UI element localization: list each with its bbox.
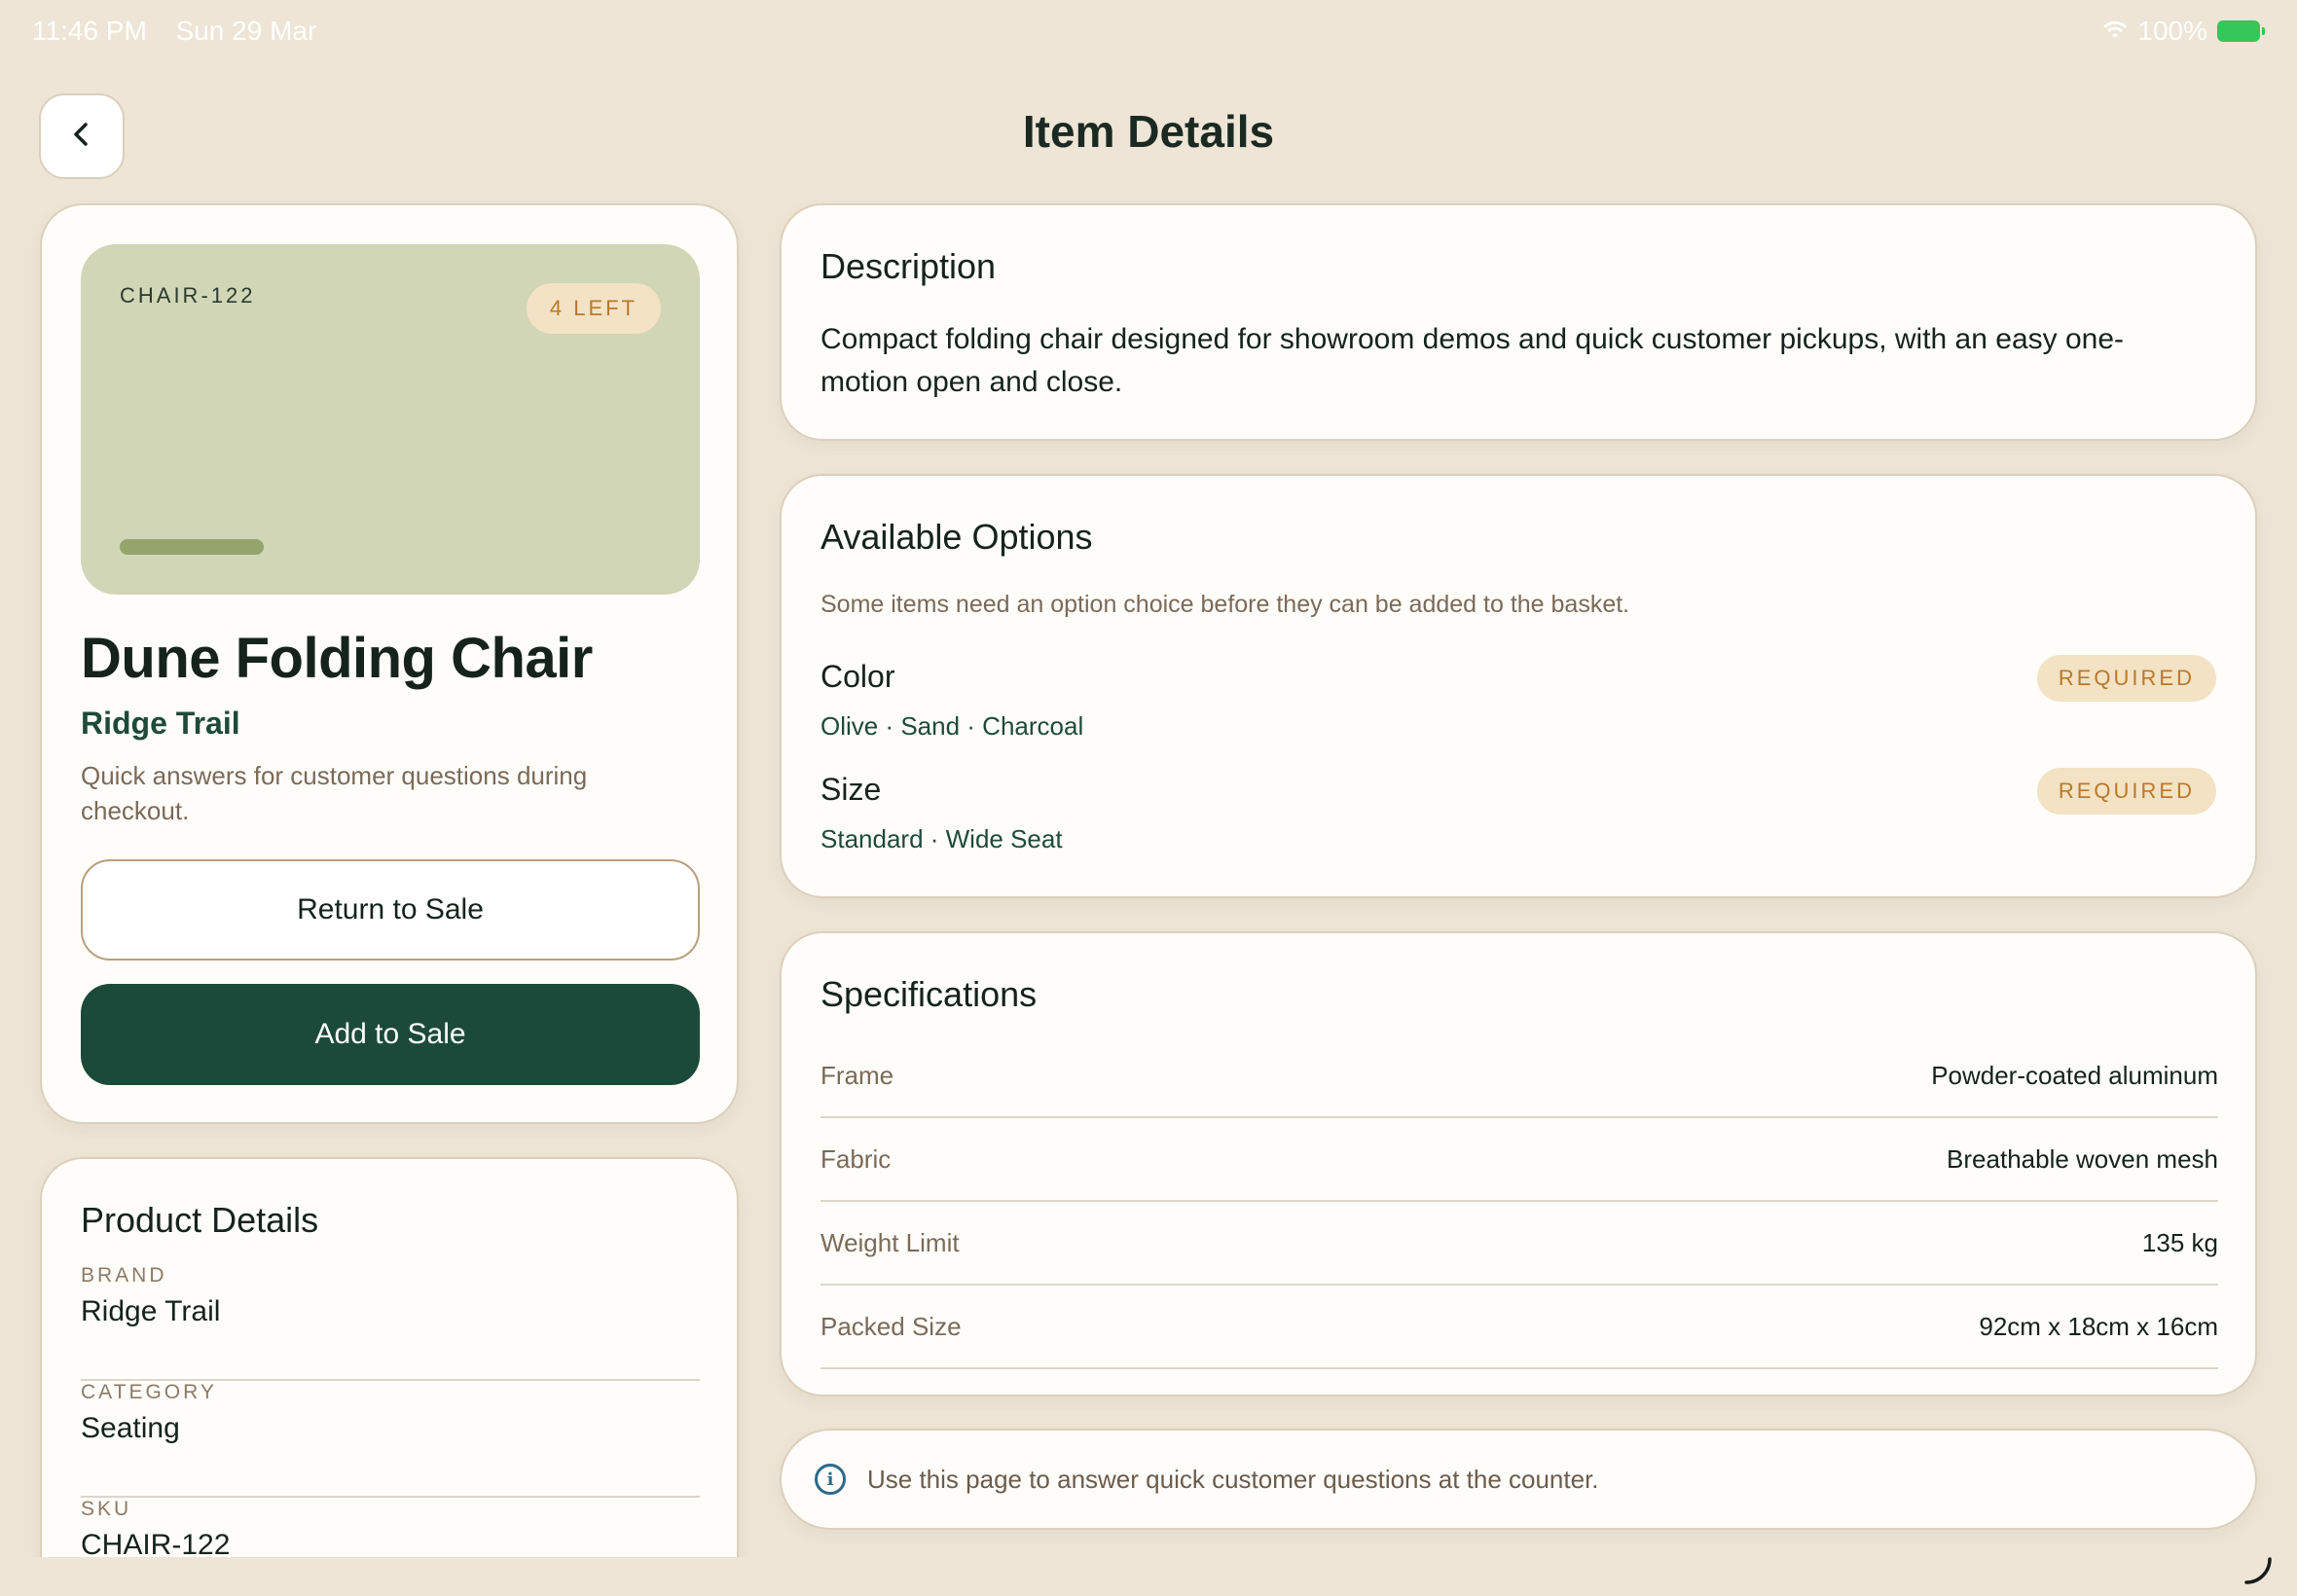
product-subtitle: Quick answers for customer questions dur… [81,761,588,825]
spec-label: Packed Size [820,1311,962,1341]
specifications-card: Specifications Frame Powder-coated alumi… [780,931,2257,1396]
product-details-card: Product Details BRAND Ridge Trail CATEGO… [40,1157,739,1596]
battery-charging-icon [2217,20,2265,42]
product-image: CHAIR-122 4 LEFT [81,244,700,595]
return-to-sale-button[interactable]: Return to Sale [81,859,700,961]
description-text: Compact folding chair designed for showr… [820,323,2125,398]
option-name-color: Color [820,659,895,694]
status-time: 11:46 PM [32,16,147,46]
page-title: Item Details [1022,106,1275,157]
options-note: Some items need an option choice before … [820,591,1630,618]
specifications-title: Specifications [820,974,1038,1014]
product-details-title: Product Details [81,1200,319,1240]
product-brand: Ridge Trail [81,706,240,741]
status-date: Sun 29 Mar [175,16,317,46]
info-icon: i [815,1464,846,1495]
spec-label: Fabric [820,1143,892,1174]
loading-spinner-icon [2241,1553,2276,1588]
spec-label: Frame [820,1060,894,1090]
status-bar-left: 11:46 PM Sun 29 Mar [32,16,338,47]
status-bar: 11:46 PM Sun 29 Mar 100% [0,0,2297,62]
product-sku-tag: CHAIR-122 [120,283,256,308]
image-accent-bar [120,539,264,555]
detail-value: Ridge Trail [81,1295,221,1327]
stock-badge: 4 LEFT [526,283,661,334]
spec-label: Weight Limit [820,1227,960,1257]
description-title: Description [820,246,997,286]
detail-label: SKU [81,1498,132,1520]
spec-value: 135 kg [2141,1227,2218,1257]
spec-value: Powder-coated aluminum [1931,1060,2218,1090]
option-values-size: Standard · Wide Seat [820,824,1063,853]
product-card: CHAIR-122 4 LEFT Dune Folding Chair Ridg… [40,203,739,1124]
detail-value: Seating [81,1412,180,1444]
detail-row-category: CATEGORY Seating [81,1381,700,1498]
detail-label: BRAND [81,1264,167,1287]
spec-row: Weight Limit 135 kg [820,1202,2218,1286]
required-badge: REQUIRED [2036,768,2216,815]
info-text: Use this page to answer quick customer q… [867,1464,1599,1494]
wifi-icon [2102,17,2128,47]
spec-value: 92cm x 18cm x 16cm [1979,1311,2218,1341]
description-card: Description Compact folding chair design… [780,203,2257,441]
spec-row: Frame Powder-coated aluminum [820,1034,2218,1118]
status-bar-right: 100% [2102,16,2265,47]
bottom-strip [0,1557,2297,1596]
spec-value: Breathable woven mesh [1947,1143,2218,1174]
info-banner: i Use this page to answer quick customer… [780,1429,2257,1530]
battery-percent: 100% [2137,16,2207,46]
option-values-color: Olive · Sand · Charcoal [820,711,1084,741]
spec-row: Packed Size 92cm x 18cm x 16cm [820,1286,2218,1369]
required-badge: REQUIRED [2036,655,2216,702]
options-title: Available Options [820,517,1093,557]
detail-label: CATEGORY [81,1381,217,1403]
detail-row-brand: BRAND Ridge Trail [81,1264,700,1381]
add-to-sale-button[interactable]: Add to Sale [81,984,700,1085]
spec-row: Fabric Breathable woven mesh [820,1118,2218,1202]
product-name: Dune Folding Chair [81,627,593,690]
option-name-size: Size [820,772,882,807]
available-options-card: Available Options Some items need an opt… [780,474,2257,898]
